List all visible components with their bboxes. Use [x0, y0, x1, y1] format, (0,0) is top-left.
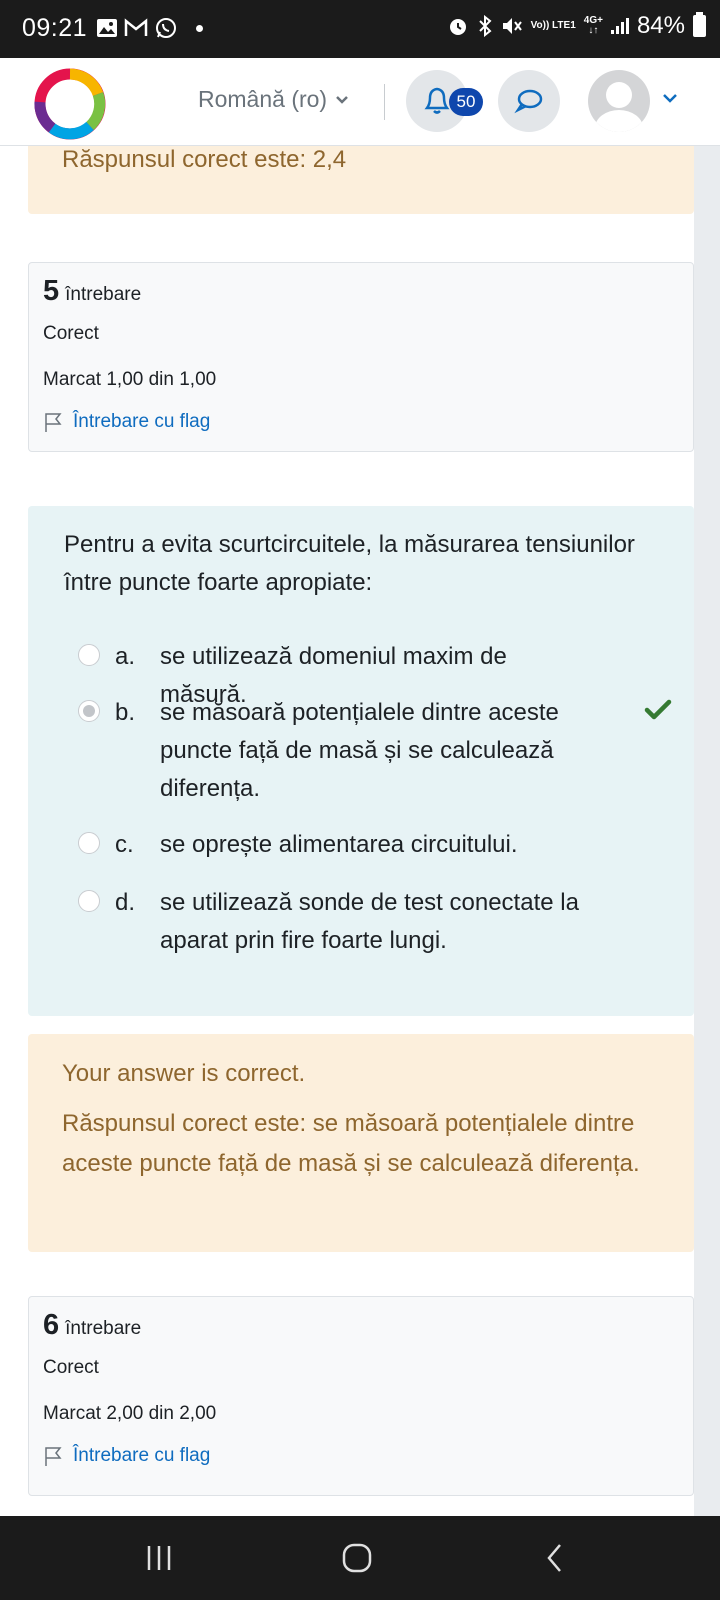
user-avatar[interactable]: [588, 70, 650, 132]
back-icon[interactable]: [540, 1538, 570, 1578]
top-navbar: Română (ro) 50: [0, 58, 720, 146]
option-letter: c.: [115, 831, 134, 858]
chat-bubble-icon: [514, 89, 543, 114]
notification-count-badge: 50: [449, 88, 483, 116]
status-bar: 09:21 Vo)) LTE1 4G+ ↓↑ 84%: [0, 0, 720, 58]
question-5-number: 5 întrebare: [43, 275, 141, 308]
volte-text: Vo)) LTE1: [530, 20, 576, 31]
network-type-text: 4G+: [583, 15, 603, 26]
radio-button[interactable]: [78, 644, 100, 666]
flag-question-link[interactable]: Întrebare cu flag: [43, 1445, 210, 1467]
battery-percent: 84%: [636, 12, 685, 39]
previous-question-feedback: Răspunsul corect este: 2,4: [28, 146, 694, 214]
alarm-icon: [449, 19, 466, 35]
notification-dot-icon: [196, 24, 203, 32]
status-time: 09:21: [22, 14, 88, 42]
option-letter: a.: [115, 643, 136, 670]
feedback-status: Your answer is correct.: [62, 1060, 306, 1087]
option-text: se utilizează sonde de test conectate la…: [160, 889, 579, 954]
gmail-icon: [124, 18, 148, 36]
user-silhouette-icon: [595, 82, 643, 132]
status-left-icons: [96, 16, 203, 40]
previous-correct-answer: Răspunsul corect este: 2,4: [62, 146, 347, 173]
mute-icon: [502, 18, 522, 34]
network-type-indicator: 4G+ ↓↑: [583, 15, 603, 36]
question-grade: Marcat 2,00 din 2,00: [43, 1403, 217, 1424]
question-text: Pentru a evita scurtcircuitele, la măsur…: [64, 531, 635, 596]
option-letter: d.: [115, 889, 136, 916]
flag-question-link[interactable]: Întrebare cu flag: [43, 411, 210, 433]
radio-button-selected[interactable]: [78, 700, 100, 722]
home-icon[interactable]: [338, 1538, 378, 1578]
bluetooth-icon: [478, 15, 492, 37]
language-selector[interactable]: Română (ro): [198, 86, 349, 113]
radio-button[interactable]: [78, 890, 100, 912]
page-side-stripe: [694, 146, 720, 1516]
status-right-icons: Vo)) LTE1 4G+ ↓↑ 84%: [447, 12, 706, 40]
gallery-icon: [97, 19, 117, 37]
question-number: 6: [43, 1309, 60, 1341]
question-grade: Marcat 1,00 din 1,00: [43, 369, 217, 390]
question-state: Corect: [43, 1357, 99, 1378]
battery-icon: [693, 12, 706, 37]
option-letter: b.: [115, 699, 136, 726]
correct-check-icon: [644, 699, 672, 720]
flag-icon: [45, 1447, 62, 1466]
question-5-info: 5 întrebare Corect Marcat 1,00 din 1,00 …: [28, 262, 694, 452]
question-label: întrebare: [65, 284, 142, 305]
quiz-review-content: Răspunsul corect este: 2,4 5 întrebare C…: [0, 146, 720, 1516]
flag-icon: [45, 413, 62, 432]
messages-button[interactable]: [498, 70, 560, 132]
whatsapp-icon: [156, 18, 176, 38]
android-navigation-bar: [0, 1516, 720, 1600]
feedback-correct-answer: Răspunsul corect este: se măsoară potenț…: [62, 1110, 640, 1177]
language-label: Română (ro): [198, 86, 328, 112]
question-6-number: 6 întrebare: [43, 1309, 141, 1342]
question-state: Corect: [43, 323, 99, 344]
volte-indicator: Vo)) LTE1: [531, 21, 576, 31]
radio-button[interactable]: [78, 832, 100, 854]
question-label: întrebare: [65, 1318, 142, 1339]
chevron-down-icon: [336, 95, 348, 104]
flag-label: Întrebare cu flag: [73, 1445, 211, 1466]
signal-icon: [610, 18, 629, 34]
option-text: se oprește alimentarea circuitului.: [160, 831, 518, 858]
navbar-divider: [384, 84, 385, 120]
flag-label: Întrebare cu flag: [73, 411, 211, 432]
question-6-info: 6 întrebare Corect Marcat 2,00 din 2,00 …: [28, 1296, 694, 1496]
option-text: se măsoară potențialele dintre aceste pu…: [160, 699, 559, 802]
user-menu-chevron-icon[interactable]: [662, 92, 678, 104]
question-number: 5: [43, 275, 60, 307]
recent-apps-icon[interactable]: [144, 1538, 174, 1578]
question-5-feedback: Your answer is correct. Răspunsul corect…: [28, 1034, 694, 1252]
question-5-formulation: Pentru a evita scurtcircuitele, la măsur…: [28, 506, 694, 1016]
site-logo-icon[interactable]: [32, 66, 108, 142]
